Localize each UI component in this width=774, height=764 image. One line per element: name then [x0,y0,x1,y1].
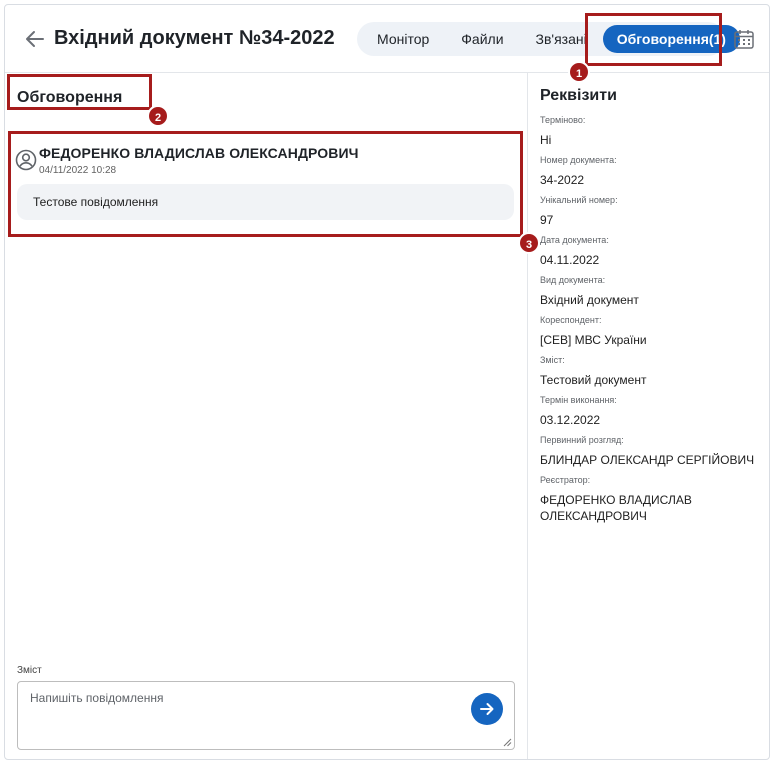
requisite-value: [CEB] МВС України [540,333,647,347]
requisite-doc-date: Дата документа: 04.11.2022 [540,234,769,268]
compose-label: Зміст [17,665,42,676]
requisite-value: 03.12.2022 [540,413,601,427]
requisite-label: Терміново: [540,115,586,125]
resize-handle-icon[interactable] [502,737,512,747]
back-arrow-icon[interactable] [23,27,47,51]
requisite-value: Тестовий документ [540,373,647,387]
send-button[interactable] [471,693,503,725]
requisite-doc-number: Номер документа: 34-2022 [540,154,769,188]
requisite-deadline: Термін виконання: 03.12.2022 [540,394,769,428]
annotation-badge-1: 1 [568,61,590,83]
requisite-registrar: Реєстратор: ФЕДОРЕНКО ВЛАДИСЛАВ ОЛЕКСАНД… [540,474,769,524]
annotation-box-section-title [7,74,152,110]
requisite-label: Унікальний номер: [540,195,618,205]
requisite-content: Зміст: Тестовий документ [540,354,769,388]
requisite-unique-number: Унікальний номер: 97 [540,194,769,228]
requisite-label: Кореспондент: [540,315,602,325]
requisite-value: Вхідний документ [540,293,639,307]
requisite-label: Дата документа: [540,235,609,245]
requisite-label: Вид документа: [540,275,606,285]
requisite-urgent: Терміново: Ні [540,114,769,148]
requisite-correspondent: Кореспондент: [CEB] МВС України [540,314,769,348]
document-window: Вхідний документ №34-2022 Монітор Файли … [4,4,770,760]
message-compose-box [17,681,515,750]
requisite-value: БЛИНДАР ОЛЕКСАНДР СЕРГІЙОВИЧ [540,453,755,467]
page-title: Вхідний документ №34-2022 [54,27,335,49]
requisite-value: Ні [540,133,552,147]
requisites-panel: Реквізити Терміново: Ні Номер документа:… [529,73,769,759]
requisite-primary-review: Первинний розгляд: БЛИНДАР ОЛЕКСАНДР СЕР… [540,434,769,468]
annotation-badge-3: 3 [518,232,540,254]
requisite-value: 34-2022 [540,173,585,187]
requisite-value: ФЕДОРЕНКО ВЛАДИСЛАВ ОЛЕКСАНДРОВИЧ [540,493,692,523]
requisite-label: Зміст: [540,355,565,365]
message-input[interactable] [18,682,514,749]
requisite-value: 97 [540,213,554,227]
requisite-label: Первинний розгляд: [540,435,624,445]
annotation-box-discussion-tab [585,13,722,66]
requisite-value: 04.11.2022 [540,253,600,267]
requisite-label: Термін виконання: [540,395,617,405]
tab-files[interactable]: Файли [451,25,513,53]
calendar-icon[interactable] [733,28,755,50]
requisite-label: Номер документа: [540,155,617,165]
annotation-badge-2: 2 [147,105,169,127]
requisite-doc-type: Вид документа: Вхідний документ [540,274,769,308]
requisites-list: Терміново: Ні Номер документа: 34-2022 У… [540,114,769,524]
requisites-title: Реквізити [540,87,617,104]
annotation-box-comment [8,131,523,237]
arrow-right-icon [480,703,494,715]
tab-monitor[interactable]: Монітор [367,25,439,53]
requisite-label: Реєстратор: [540,475,591,485]
